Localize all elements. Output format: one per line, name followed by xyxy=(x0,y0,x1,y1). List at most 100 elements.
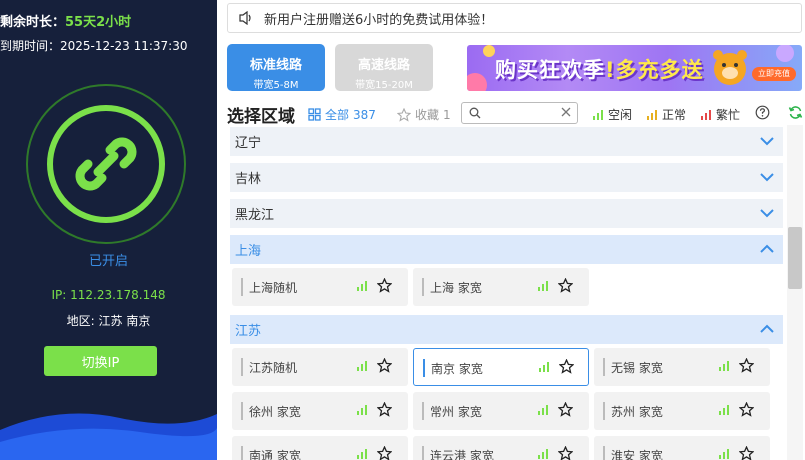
city-item[interactable]: 南通 家宽 xyxy=(232,436,408,460)
city-item[interactable]: 上海 家宽 xyxy=(413,268,589,306)
city-item[interactable]: 上海随机 xyxy=(232,268,408,306)
search-icon xyxy=(469,107,481,119)
wave-decoration xyxy=(0,413,217,460)
switch-ip-button[interactable]: 切换IP xyxy=(44,346,157,376)
signal-idle-icon xyxy=(538,405,548,415)
city-item[interactable]: 连云港 家宽 xyxy=(413,436,589,460)
province-liaoning[interactable]: 辽宁 xyxy=(230,127,783,156)
refresh-icon[interactable] xyxy=(788,105,803,120)
city-name: 徐州 家宽 xyxy=(249,405,301,419)
city-item[interactable]: 无锡 家宽 xyxy=(594,348,770,386)
scrollbar-thumb[interactable] xyxy=(788,227,802,289)
signal-normal-icon xyxy=(647,110,657,120)
signal-idle-icon xyxy=(538,449,548,459)
clear-icon[interactable] xyxy=(560,106,572,118)
city-name: 常州 家宽 xyxy=(430,405,482,419)
filter-favorites-label: 收藏 xyxy=(415,108,440,122)
star-icon[interactable] xyxy=(558,402,573,417)
legend-idle-label: 空闲 xyxy=(608,108,633,122)
signal-idle-icon xyxy=(719,405,729,415)
remaining-time-label: 剩余时长： xyxy=(0,15,66,30)
chevron-down-icon[interactable] xyxy=(759,206,775,220)
legend-busy-label: 繁忙 xyxy=(716,108,741,122)
province-jiangsu[interactable]: 江苏 xyxy=(230,315,783,344)
standard-line-button[interactable]: 标准线路 带宽5-8M xyxy=(227,44,325,91)
chevron-down-icon[interactable] xyxy=(759,170,775,184)
star-icon[interactable] xyxy=(558,278,573,293)
chevron-down-icon[interactable] xyxy=(759,134,775,148)
province-heilongjiang[interactable]: 黑龙江 xyxy=(230,199,783,228)
star-icon[interactable] xyxy=(377,358,392,373)
banner-text-a: 购买狂欢季 xyxy=(495,58,605,82)
city-name: 江苏随机 xyxy=(249,361,298,375)
connection-status: 已开启 xyxy=(88,254,128,269)
legend-normal: 正常 xyxy=(646,106,686,123)
legend-idle: 空闲 xyxy=(592,106,632,123)
promo-banner[interactable]: 购买狂欢季!多充多送 立即充值 xyxy=(467,45,802,91)
star-icon[interactable] xyxy=(739,446,754,460)
signal-idle-icon xyxy=(719,361,729,371)
fast-line-bandwidth: 带宽15-20M xyxy=(355,79,413,91)
province-jilin[interactable]: 吉林 xyxy=(230,163,783,192)
signal-idle-icon xyxy=(357,361,367,371)
banner-badge[interactable]: 立即充值 xyxy=(752,67,796,81)
city-item-selected[interactable]: 南京 家宽 xyxy=(413,348,589,386)
ip-address: IP: 112.23.178.148 xyxy=(51,288,166,302)
signal-idle-icon xyxy=(357,405,367,415)
filter-all[interactable]: 全部 387 xyxy=(308,106,376,123)
province-name: 辽宁 xyxy=(235,136,262,151)
region-label: 地区: 江苏 南京 xyxy=(66,314,151,328)
standard-line-title: 标准线路 xyxy=(249,57,302,73)
city-name: 淮安 家宽 xyxy=(611,449,663,460)
city-item[interactable]: 淮安 家宽 xyxy=(594,436,770,460)
chevron-up-icon[interactable] xyxy=(759,322,775,336)
standard-line-bandwidth: 带宽5-8M xyxy=(253,79,299,91)
expire-time-label: 到期时间： xyxy=(0,39,61,53)
star-icon xyxy=(397,107,411,122)
city-name: 上海随机 xyxy=(249,281,298,295)
province-name: 江苏 xyxy=(235,324,262,339)
chevron-up-icon[interactable] xyxy=(759,242,775,256)
filter-favorites[interactable]: 收藏 1 xyxy=(397,106,451,123)
city-name: 连云港 家宽 xyxy=(430,449,494,460)
legend-busy: 繁忙 xyxy=(700,106,740,123)
city-item[interactable]: 常州 家宽 xyxy=(413,392,589,430)
city-name: 上海 家宽 xyxy=(430,281,482,295)
notice-text: 新用户注册赠送6小时的免费试用体验！ xyxy=(264,12,494,28)
star-icon[interactable] xyxy=(377,402,392,417)
city-item[interactable]: 苏州 家宽 xyxy=(594,392,770,430)
signal-idle-icon xyxy=(719,449,729,459)
star-icon[interactable] xyxy=(558,446,573,460)
star-icon[interactable] xyxy=(739,358,754,373)
star-icon[interactable] xyxy=(377,278,392,293)
province-name: 黑龙江 xyxy=(235,208,275,223)
region-title: 选择区域 xyxy=(227,107,295,127)
province-name: 吉林 xyxy=(235,172,262,187)
notice-bar: 新用户注册赠送6小时的免费试用体验！ xyxy=(227,3,802,33)
region-list: 辽宁 吉林 黑龙江 上海 上海随机 上海 家宽 江苏 江苏随机 南京 家宽 无锡… xyxy=(227,125,787,460)
city-item[interactable]: 江苏随机 xyxy=(232,348,408,386)
search-input[interactable] xyxy=(461,102,578,124)
mascot-icon xyxy=(713,50,747,85)
signal-idle-icon xyxy=(593,110,603,120)
fast-line-button[interactable]: 高速线路 带宽15-20M xyxy=(335,44,433,91)
status-panel: 剩余时长：55天2小时 到期时间：2025-12-23 11:37:30 已开启… xyxy=(0,0,217,460)
city-item[interactable]: 徐州 家宽 xyxy=(232,392,408,430)
star-icon[interactable] xyxy=(559,359,574,374)
signal-idle-icon xyxy=(538,281,548,291)
filter-all-count: 387 xyxy=(353,107,376,122)
signal-idle-icon xyxy=(357,449,367,459)
link-icon xyxy=(75,137,137,191)
app-root: 剩余时长：55天2小时 到期时间：2025-12-23 11:37:30 已开启… xyxy=(0,0,805,460)
star-icon[interactable] xyxy=(377,446,392,460)
city-name: 南京 家宽 xyxy=(431,362,483,376)
province-name: 上海 xyxy=(235,244,262,259)
fast-line-title: 高速线路 xyxy=(357,57,410,73)
star-icon[interactable] xyxy=(739,402,754,417)
remaining-time-value: 55天2小时 xyxy=(65,15,132,30)
help-icon[interactable] xyxy=(755,105,770,120)
province-shanghai[interactable]: 上海 xyxy=(230,235,783,264)
banner-text: 购买狂欢季!多充多送 xyxy=(495,58,704,82)
expire-time-value: 2025-12-23 11:37:30 xyxy=(60,39,188,53)
list-scrollbar[interactable] xyxy=(787,125,803,460)
